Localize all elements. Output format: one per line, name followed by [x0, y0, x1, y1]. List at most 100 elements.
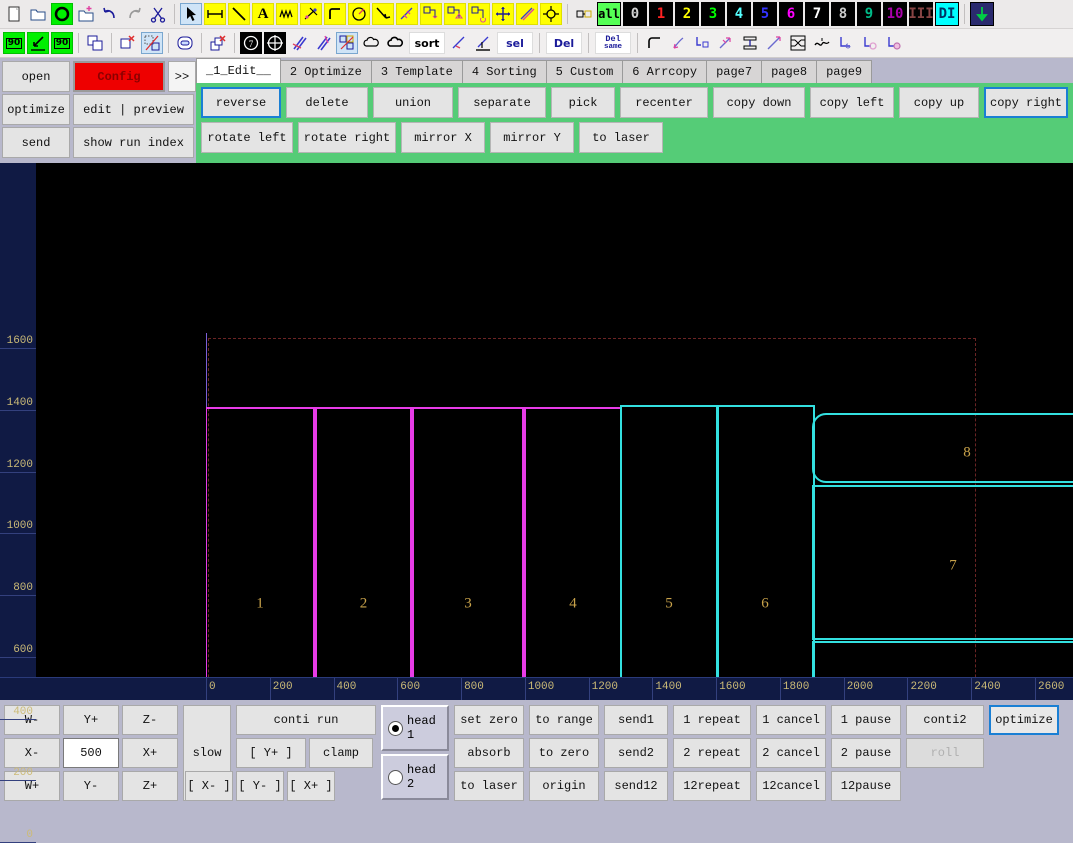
cut-line-icon[interactable]	[448, 32, 470, 54]
array-copy-icon[interactable]	[573, 3, 595, 25]
diag-arrow-icon[interactable]	[763, 32, 785, 54]
layer-7-button[interactable]: 7	[805, 2, 829, 26]
tab-bar[interactable]: _1_Edit__ 2 Optimize 3 Template 4 Sorting 5 …	[196, 58, 1073, 83]
2-repeat-button[interactable]: 2 repeat	[673, 738, 751, 768]
line-icon[interactable]	[228, 3, 250, 25]
rotate-left-button[interactable]: rotate left	[201, 122, 293, 153]
new-file-icon[interactable]	[3, 3, 25, 25]
head-2-radio[interactable]: head 2	[381, 754, 449, 800]
corner-path-icon[interactable]	[643, 32, 665, 54]
layer-10-button[interactable]: 10	[883, 2, 907, 26]
copy-left-button[interactable]: copy left	[810, 87, 894, 118]
to-range-button[interactable]: to range	[529, 705, 599, 735]
seven-circle-icon[interactable]: 7	[240, 32, 262, 54]
mirror-y-button[interactable]: mirror Y	[490, 122, 574, 153]
cut-scissors-icon[interactable]	[147, 3, 169, 25]
drawing-canvas[interactable]: 12345687 1600 1400 1200 1000 800 600 400 200 0 0…	[0, 163, 1073, 843]
mirror-x-button[interactable]: mirror X	[401, 122, 485, 153]
pick-button[interactable]: pick	[551, 87, 615, 118]
part-rect-6[interactable]	[716, 405, 815, 678]
rotate-right-button[interactable]: rotate right	[298, 122, 396, 153]
main-toolbar-row-2[interactable]: 90 90 7 sort sel Del Del same	[0, 29, 1073, 58]
select-region-icon[interactable]	[141, 32, 163, 54]
jog-z+-button[interactable]: Z+	[122, 771, 178, 801]
12repeat-button[interactable]: 12repeat	[673, 771, 751, 801]
corner-lead-icon[interactable]	[835, 32, 857, 54]
loop-lead-2-icon[interactable]	[883, 32, 905, 54]
bracket-x--button[interactable]: [ X- ]	[185, 771, 233, 801]
tab-page7[interactable]: page7	[706, 60, 763, 83]
send1-button[interactable]: send1	[604, 705, 668, 735]
12pause-button[interactable]: 12pause	[831, 771, 901, 801]
download-arrow-icon[interactable]	[970, 2, 994, 26]
optimize-button[interactable]: optimize	[2, 94, 70, 125]
bridge-round-icon[interactable]	[468, 3, 490, 25]
lead-in-icon[interactable]	[372, 3, 394, 25]
send2-button[interactable]: send2	[604, 738, 668, 768]
del-button[interactable]: Del	[546, 32, 582, 54]
send-button[interactable]: send	[2, 127, 70, 158]
delete-button[interactable]: delete	[286, 87, 368, 118]
layer-5-button[interactable]: 5	[753, 2, 777, 26]
tab-2-optimize[interactable]: 2 Optimize	[279, 60, 372, 83]
send12-button[interactable]: send12	[604, 771, 668, 801]
2-cancel-button[interactable]: 2 cancel	[756, 738, 826, 768]
array-select-icon[interactable]	[336, 32, 358, 54]
offset-icon[interactable]	[516, 3, 538, 25]
jog-z--button[interactable]: Z-	[122, 705, 178, 735]
roll-button[interactable]: roll	[906, 738, 984, 768]
move-cross-icon[interactable]	[492, 3, 514, 25]
bracket-x+-button[interactable]: [ X+ ]	[287, 771, 335, 801]
layer-all-button[interactable]: all	[597, 2, 621, 26]
1-repeat-button[interactable]: 1 repeat	[673, 705, 751, 735]
layer-8-button[interactable]: 8	[831, 2, 855, 26]
tab-5-custom[interactable]: 5 Custom	[545, 60, 624, 83]
part-rect-4[interactable]	[524, 407, 622, 678]
zigzag-icon[interactable]	[276, 3, 298, 25]
rotate-90-icon[interactable]: 90	[3, 32, 25, 54]
open-button[interactable]: open	[2, 61, 70, 92]
main-toolbar-row-1[interactable]: Aall 0 1 2 3 4 5 6 7 8 9 10 III DI	[0, 0, 1073, 29]
target-icon[interactable]	[264, 32, 286, 54]
part-rect-5[interactable]	[620, 405, 719, 678]
jog-x--button[interactable]: X-	[4, 738, 60, 768]
circle-cut-icon[interactable]	[348, 3, 370, 25]
node-edit-icon[interactable]	[300, 3, 322, 25]
slash-pair-alt-icon[interactable]	[312, 32, 334, 54]
measure-icon[interactable]	[204, 3, 226, 25]
arrow-path-icon[interactable]	[715, 32, 737, 54]
layer-next-button[interactable]: DI	[935, 2, 959, 26]
layer-1-button[interactable]: 1	[649, 2, 673, 26]
set-zero-button[interactable]: set zero	[454, 705, 524, 735]
del-same-button[interactable]: Del same	[595, 32, 631, 54]
layer-0-button[interactable]: 0	[623, 2, 647, 26]
1-cancel-button[interactable]: 1 cancel	[756, 705, 826, 735]
clamp-button[interactable]: clamp	[309, 738, 373, 768]
part-rect-band-1[interactable]	[812, 641, 1073, 678]
loop-lead-icon[interactable]	[859, 32, 881, 54]
layer-9-button[interactable]: 9	[857, 2, 881, 26]
y-plus-bracket-button[interactable]: [ Y+ ]	[236, 738, 306, 768]
2-pause-button[interactable]: 2 pause	[831, 738, 901, 768]
12cancel-button[interactable]: 12cancel	[756, 771, 826, 801]
rotate-90-right-icon[interactable]: 90	[51, 32, 73, 54]
ungroup-delete-icon[interactable]	[207, 32, 229, 54]
jog-x+-button[interactable]: X+	[122, 738, 178, 768]
show-run-index-button[interactable]: show run index	[73, 127, 194, 158]
expand-button[interactable]: >>	[168, 61, 196, 92]
head-1-radio[interactable]: head 1	[381, 705, 449, 751]
lead-path-icon[interactable]	[667, 32, 689, 54]
absorb-button[interactable]: absorb	[454, 738, 524, 768]
undo-icon[interactable]	[99, 3, 121, 25]
tab-6-arrcopy[interactable]: 6 Arrcopy	[622, 60, 708, 83]
jog-y+-button[interactable]: Y+	[63, 705, 119, 735]
align-bottom-icon[interactable]	[472, 32, 494, 54]
conti2-button[interactable]: conti2	[906, 705, 984, 735]
square-lead-icon[interactable]	[691, 32, 713, 54]
edit-preview-button[interactable]: edit | preview	[73, 94, 194, 125]
cloud-icon[interactable]	[360, 32, 382, 54]
tab-page8[interactable]: page8	[761, 60, 818, 83]
part-rect-3[interactable]	[412, 407, 524, 678]
bracket-y--button[interactable]: [ Y- ]	[236, 771, 284, 801]
layer-11-button[interactable]: III	[908, 2, 934, 26]
